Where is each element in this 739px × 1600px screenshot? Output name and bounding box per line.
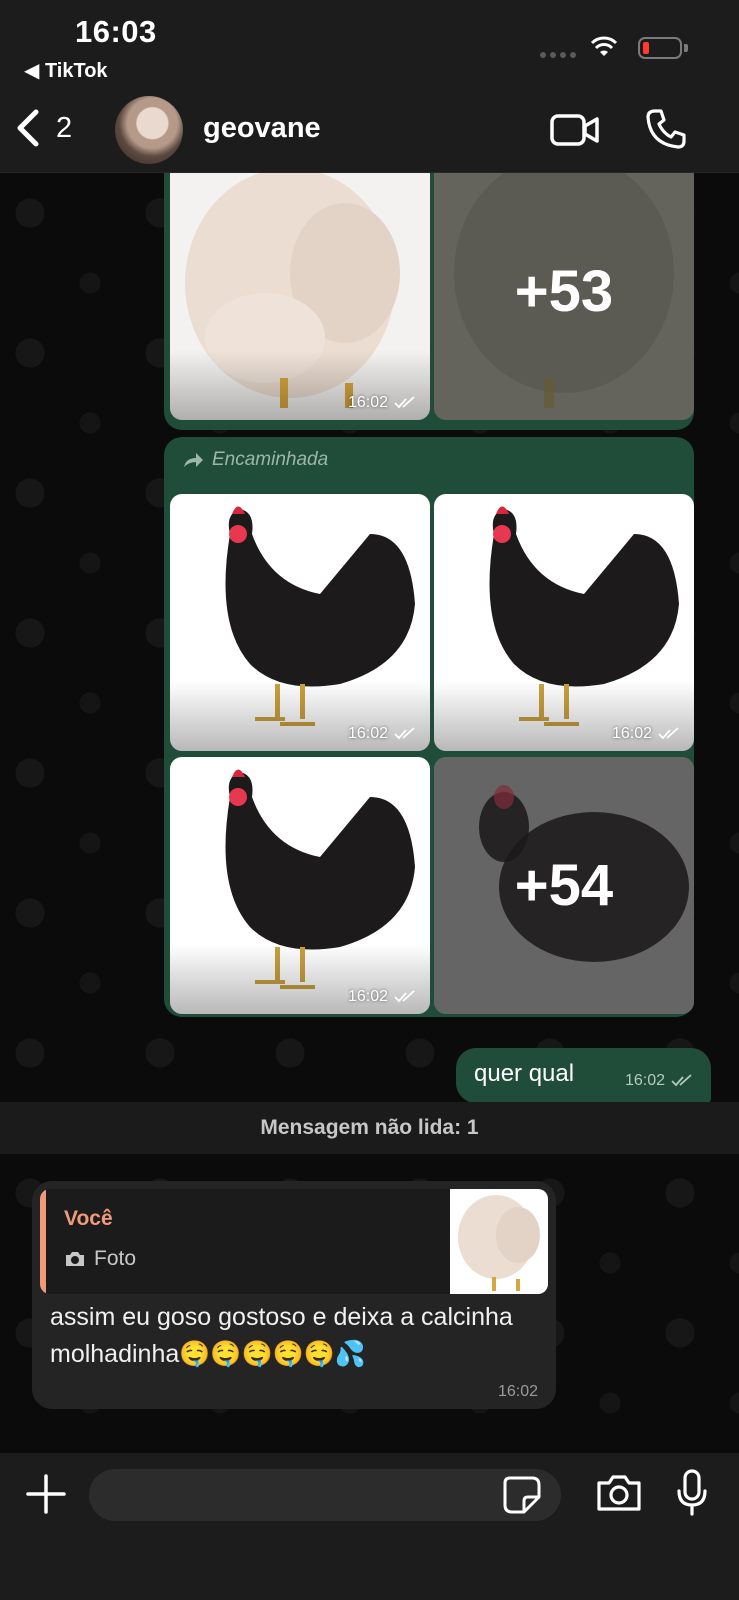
- quoted-message[interactable]: Você Foto: [40, 1189, 548, 1294]
- video-call-icon[interactable]: [549, 112, 601, 148]
- unread-count: 2: [56, 111, 73, 144]
- double-check-icon: [394, 727, 415, 740]
- message-composer: [0, 1453, 739, 1600]
- status-time: 16:03: [75, 14, 157, 49]
- timestamp-text: 16:02: [611, 725, 652, 742]
- unread-messages-banner: Mensagem não lida: 1: [0, 1102, 739, 1154]
- wifi-icon: [590, 36, 618, 56]
- back-button[interactable]: 2: [14, 108, 72, 148]
- quote-accent-bar: [40, 1189, 46, 1294]
- double-check-icon: [394, 990, 415, 1003]
- photo-tile[interactable]: 16:02: [170, 757, 430, 1014]
- chicken-thumbnail: [458, 1195, 540, 1291]
- photo-timestamp: 16:02: [612, 725, 680, 743]
- quote-type-label: Foto: [94, 1247, 137, 1270]
- plus-icon[interactable]: [25, 1473, 67, 1515]
- double-check-icon: [671, 1074, 692, 1087]
- photo-timestamp: 16:02: [348, 725, 416, 743]
- incoming-message-bubble[interactable]: Você Foto assim eu goso gostoso e deixa …: [32, 1181, 556, 1409]
- forwarded-label: Encaminhada: [182, 449, 328, 471]
- photo-album-bubble[interactable]: 16:02 +53: [164, 173, 694, 430]
- battery-icon: [638, 37, 682, 59]
- outgoing-text-bubble[interactable]: quer qual 16:02: [456, 1048, 711, 1103]
- timestamp-text: 16:02: [347, 394, 388, 411]
- status-bar: 16:03 ◀ TikTok: [0, 0, 739, 88]
- camera-icon[interactable]: [595, 1473, 643, 1513]
- photo-tile[interactable]: 16:02: [434, 494, 694, 751]
- message-text: quer qual: [474, 1060, 575, 1087]
- timestamp-text: 16:02: [624, 1072, 665, 1089]
- quote-thumbnail: [450, 1189, 548, 1294]
- chat-area[interactable]: 16:02 +53 Encaminhada 16:02 16:02 16:02 …: [0, 173, 739, 1453]
- contact-avatar[interactable]: [115, 96, 183, 164]
- forwarded-text: Encaminhada: [212, 449, 329, 470]
- quote-author: Você: [64, 1207, 113, 1230]
- battery-tip: [684, 44, 688, 52]
- quote-type: Foto: [64, 1247, 136, 1271]
- microphone-icon[interactable]: [676, 1469, 708, 1517]
- more-photos-count: +53: [434, 173, 694, 420]
- camera-icon: [66, 1252, 84, 1266]
- photo-timestamp: 16:02: [348, 988, 416, 1006]
- double-check-icon: [658, 727, 679, 740]
- timestamp-text: 16:02: [347, 725, 388, 742]
- forwarded-album-bubble[interactable]: Encaminhada 16:02 16:02 16:02 +54: [164, 437, 694, 1017]
- message-text: assim eu goso gostoso e deixa a calcinha…: [50, 1303, 513, 1368]
- photo-tile[interactable]: 16:02: [170, 173, 430, 420]
- message-timestamp: 16:02: [625, 1072, 693, 1090]
- double-check-icon: [394, 396, 415, 409]
- contact-name[interactable]: geovane: [203, 112, 321, 145]
- chevron-left-icon: [17, 109, 39, 147]
- message-input[interactable]: [89, 1469, 561, 1521]
- photo-timestamp: 16:02: [348, 394, 416, 412]
- back-to-app-link[interactable]: ◀ TikTok: [24, 58, 108, 83]
- photo-tile[interactable]: 16:02: [170, 494, 430, 751]
- timestamp-text: 16:02: [347, 988, 388, 1005]
- photo-tile-more[interactable]: +54: [434, 757, 694, 1014]
- forward-arrow-icon: [184, 453, 203, 467]
- sticker-icon[interactable]: [502, 1475, 542, 1515]
- message-timestamp: 16:02: [497, 1383, 538, 1400]
- photo-tile-more[interactable]: +53: [434, 173, 694, 420]
- phone-icon[interactable]: [645, 108, 687, 150]
- cellular-signal-icon: [540, 52, 576, 58]
- more-photos-count: +54: [434, 757, 694, 1014]
- chat-header: 2 geovane: [0, 88, 739, 173]
